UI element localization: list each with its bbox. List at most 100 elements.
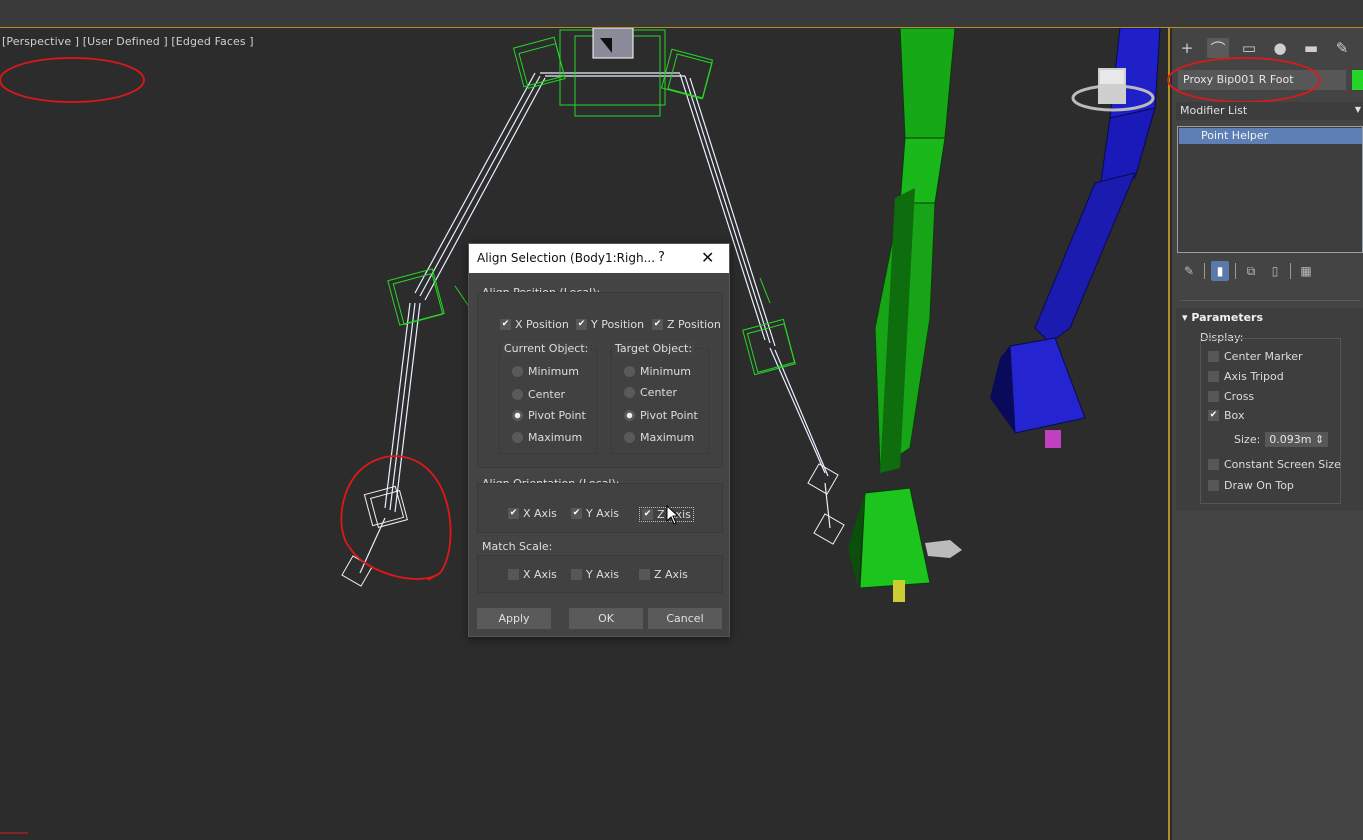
size-value: 0.093m xyxy=(1269,433,1312,446)
target-pivot-point-label: Pivot Point xyxy=(640,409,698,422)
parameters-header[interactable]: ▾ Parameters xyxy=(1182,311,1263,324)
orient-x-axis-checkbox[interactable]: ✔ X Axis xyxy=(508,507,557,520)
dialog-title-bar[interactable]: Align Selection (Body1:Righ... ? ✕ xyxy=(469,244,729,273)
object-color-swatch[interactable] xyxy=(1352,70,1363,90)
y-position-checkbox[interactable]: ✔ Y Position xyxy=(576,318,644,331)
configure-sets-icon[interactable]: ▦ xyxy=(1297,261,1315,281)
show-end-result-icon[interactable]: ▮ xyxy=(1211,261,1229,281)
checkmark-icon: ✔ xyxy=(508,508,519,519)
checkbox-icon xyxy=(639,569,650,580)
current-maximum-radio[interactable]: Maximum xyxy=(512,431,582,444)
close-icon[interactable]: ✕ xyxy=(701,248,714,267)
match-scale-label: Match Scale: xyxy=(482,540,553,553)
target-maximum-radio[interactable]: Maximum xyxy=(624,431,694,444)
command-panel-tabs: + ⌒ ▭ ● ▬ ✎ xyxy=(1176,38,1353,58)
modifier-list-dropdown[interactable]: Modifier List ▼ xyxy=(1176,102,1363,120)
checkbox-icon xyxy=(508,569,519,580)
hierarchy-tab-icon[interactable]: ▭ xyxy=(1238,38,1260,58)
blue-leg-mesh xyxy=(990,28,1161,448)
cancel-button[interactable]: Cancel xyxy=(648,608,722,629)
draw-on-top-checkbox[interactable]: Draw On Top xyxy=(1208,479,1294,492)
target-center-label: Center xyxy=(640,386,678,399)
current-maximum-label: Maximum xyxy=(528,431,583,444)
checkbox-icon xyxy=(1208,480,1219,491)
cross-checkbox[interactable]: Cross xyxy=(1208,390,1254,403)
radio-icon xyxy=(512,366,523,377)
box-checkbox[interactable]: ✔ Box xyxy=(1208,409,1244,422)
constant-screen-size-label: Constant Screen Size xyxy=(1224,458,1341,471)
scale-x-axis-checkbox[interactable]: X Axis xyxy=(508,568,557,581)
checkmark-icon: ✔ xyxy=(1208,410,1219,421)
apply-button[interactable]: Apply xyxy=(477,608,551,629)
parameters-title: Parameters xyxy=(1191,311,1264,324)
current-object-label: Current Object: xyxy=(502,342,591,355)
scale-z-axis-checkbox[interactable]: Z Axis xyxy=(639,568,688,581)
pelvis-block xyxy=(592,28,634,59)
checkbox-icon xyxy=(571,569,582,580)
object-name-annotation xyxy=(1167,57,1321,103)
constant-screen-size-checkbox[interactable]: Constant Screen Size xyxy=(1208,458,1341,471)
stack-toolbar: ✎ ▮ ⧉ ▯ ▦ xyxy=(1180,261,1315,281)
radio-selected-icon xyxy=(512,410,523,421)
spinner-arrows-icon[interactable]: ⇕ xyxy=(1315,433,1324,446)
modifier-list-label: Modifier List xyxy=(1180,104,1248,117)
checkmark-icon: ✔ xyxy=(500,319,511,330)
checkmark-icon: ✔ xyxy=(652,319,663,330)
create-tab-icon[interactable]: + xyxy=(1176,38,1198,58)
size-row: Size: 0.093m ⇕ xyxy=(1234,432,1329,447)
x-position-checkbox[interactable]: ✔ X Position xyxy=(500,318,569,331)
modify-tab-icon[interactable]: ⌒ xyxy=(1207,38,1229,58)
parameters-rollout: ▾ Parameters Display: Center Marker Axis… xyxy=(1176,308,1363,511)
current-pivot-point-radio[interactable]: Pivot Point xyxy=(512,409,586,422)
ok-button[interactable]: OK xyxy=(569,608,643,629)
target-minimum-radio[interactable]: Minimum xyxy=(624,365,691,378)
radio-icon xyxy=(624,366,635,377)
axis-tripod-checkbox[interactable]: Axis Tripod xyxy=(1208,370,1284,383)
green-leg-mesh xyxy=(848,28,962,602)
rollout-divider xyxy=(1180,300,1360,301)
size-spinner[interactable]: 0.093m ⇕ xyxy=(1265,432,1329,447)
center-marker-checkbox[interactable]: Center Marker xyxy=(1208,350,1303,363)
top-toolbar xyxy=(0,0,1363,28)
axis-tripod-label: Axis Tripod xyxy=(1224,370,1284,383)
stack-item-point-helper[interactable]: Point Helper xyxy=(1179,128,1362,144)
align-selection-dialog: Align Selection (Body1:Righ... ? ✕ Align… xyxy=(468,243,730,637)
command-panel: + ⌒ ▭ ● ▬ ✎ Proxy Bip001 R Foot Modifier… xyxy=(1167,28,1363,840)
target-center-radio[interactable]: Center xyxy=(624,386,677,399)
toolbar-divider xyxy=(1290,263,1291,279)
scale-x-axis-label: X Axis xyxy=(523,568,557,581)
orient-y-axis-checkbox[interactable]: ✔ Y Axis xyxy=(571,507,619,520)
size-label: Size: xyxy=(1234,433,1261,446)
mouse-cursor-icon xyxy=(666,505,680,525)
current-center-radio[interactable]: Center xyxy=(512,388,565,401)
draw-on-top-label: Draw On Top xyxy=(1224,479,1294,492)
modifier-stack[interactable]: Point Helper xyxy=(1177,126,1363,253)
radio-icon xyxy=(624,432,635,443)
checkmark-icon: ✔ xyxy=(571,508,582,519)
utilities-tab-icon[interactable]: ✎ xyxy=(1331,38,1353,58)
checkbox-icon xyxy=(1208,459,1219,470)
collapse-arrow-icon: ▾ xyxy=(1182,311,1192,324)
checkbox-icon xyxy=(1208,371,1219,382)
cross-label: Cross xyxy=(1224,390,1255,403)
y-position-label: Y Position xyxy=(591,318,645,331)
scale-y-axis-checkbox[interactable]: Y Axis xyxy=(571,568,619,581)
pin-stack-icon[interactable]: ✎ xyxy=(1180,261,1198,281)
target-minimum-label: Minimum xyxy=(640,365,691,378)
radio-icon xyxy=(512,389,523,400)
toolbar-divider xyxy=(1235,263,1236,279)
motion-tab-icon[interactable]: ● xyxy=(1269,38,1291,58)
remove-modifier-icon[interactable]: ▯ xyxy=(1266,261,1284,281)
toolbar-divider xyxy=(1204,263,1205,279)
current-minimum-radio[interactable]: Minimum xyxy=(512,365,579,378)
target-maximum-label: Maximum xyxy=(640,431,695,444)
make-unique-icon[interactable]: ⧉ xyxy=(1242,261,1260,281)
display-tab-icon[interactable]: ▬ xyxy=(1300,38,1322,58)
dialog-title: Align Selection (Body1:Righ... xyxy=(477,251,656,265)
z-position-checkbox[interactable]: ✔ Z Position xyxy=(652,318,721,331)
help-icon[interactable]: ? xyxy=(658,250,665,265)
viewport-label[interactable]: [Perspective ] [User Defined ] [Edged Fa… xyxy=(2,35,254,48)
target-pivot-point-radio[interactable]: Pivot Point xyxy=(624,409,698,422)
checkbox-icon xyxy=(1208,391,1219,402)
radio-selected-icon xyxy=(624,410,635,421)
